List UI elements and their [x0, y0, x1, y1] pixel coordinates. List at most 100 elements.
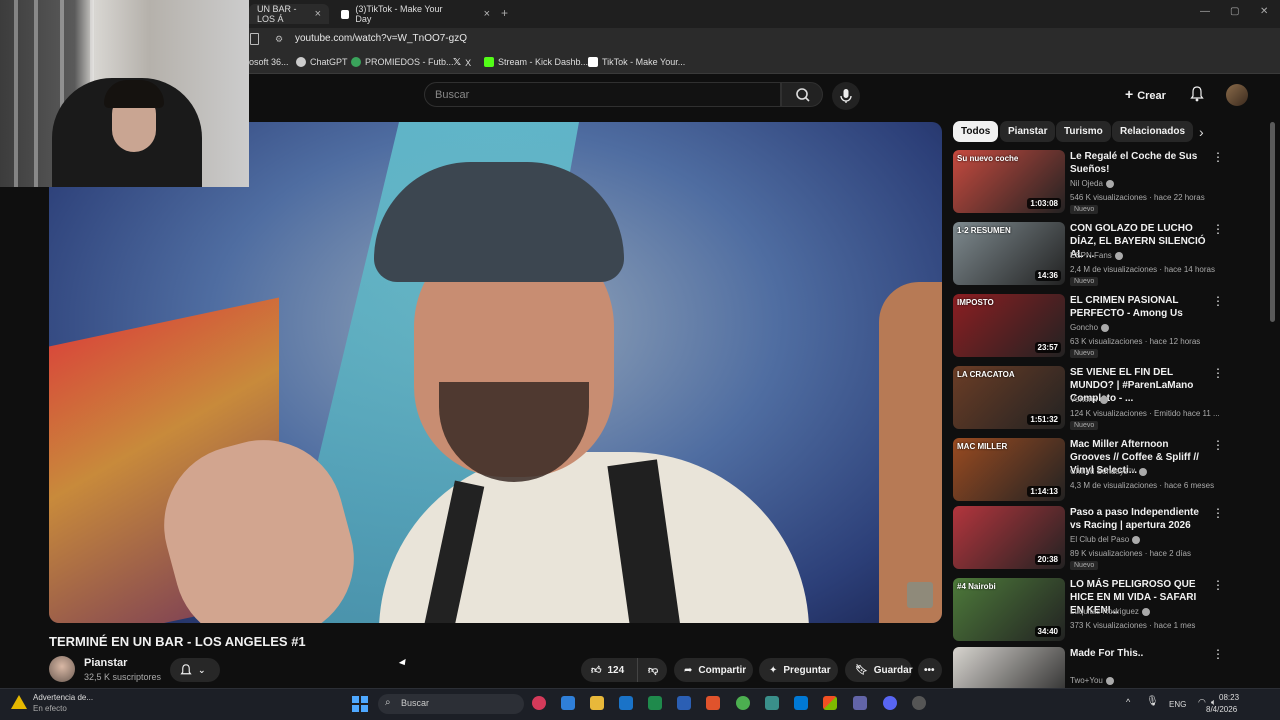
recommended-channel-name[interactable]: ESPN Fans [1070, 251, 1123, 260]
search-button[interactable] [781, 82, 823, 107]
voice-search-button[interactable] [832, 82, 860, 110]
recommended-channel-name[interactable]: El Club del Paso [1070, 535, 1141, 544]
maximize-icon[interactable]: ▢ [1230, 6, 1239, 17]
clock-time[interactable]: 08:23 [1219, 693, 1239, 702]
video-thumbnail[interactable]: Su nuevo coche 1:03:08 [953, 150, 1065, 213]
chip-pianstar[interactable]: Pianstar [1000, 121, 1056, 142]
create-button[interactable]: + Crear [1125, 86, 1166, 102]
close-window-icon[interactable]: ✕ [1260, 6, 1268, 17]
warning-icon[interactable] [11, 695, 27, 709]
bookmark-x[interactable]: 𝕏 X [453, 57, 471, 68]
chip-relacionados[interactable]: Relacionados [1112, 121, 1194, 142]
app-icon-generic[interactable] [765, 696, 779, 710]
save-button[interactable]: 🔖︎ Guardar [845, 658, 913, 682]
chip-turismo[interactable]: Turismo [1056, 121, 1111, 142]
bookmark-icon[interactable] [250, 33, 259, 45]
video-thumbnail[interactable]: #4 Nairobi 34:40 [953, 578, 1065, 641]
recommended-channel-name[interactable]: Two+You [1070, 676, 1114, 685]
minimize-icon[interactable]: — [1200, 6, 1210, 17]
recommended-channel-name[interactable]: Nil Ojeda [1070, 179, 1114, 188]
tray-chevron-up-icon[interactable]: ^ [1126, 697, 1130, 707]
subscription-bell-button[interactable]: ⌄ [170, 658, 220, 682]
taskbar-search[interactable]: ⌕ Buscar [378, 694, 524, 714]
share-arrow-icon: ➦ [684, 664, 693, 676]
input-language[interactable]: ENG [1169, 700, 1186, 709]
scrollbar-thumb[interactable] [1270, 122, 1275, 322]
recommended-video-title[interactable]: Made For This.. [1070, 647, 1210, 660]
share-button[interactable]: ➦ Compartir [674, 658, 753, 682]
notifications-bell-icon[interactable] [1190, 86, 1204, 102]
recommended-video[interactable]: Su nuevo coche 1:03:08 Le Regalé el Coche … [953, 150, 1263, 214]
recommended-video[interactable]: 20:38 Paso a paso Independiente vs Racing… [953, 506, 1263, 570]
search-input[interactable]: Buscar [424, 82, 781, 107]
brave-browser-icon[interactable] [706, 696, 720, 710]
recommended-video[interactable]: LA CRACATOA 1:51:32 SE VIENE EL FIN DEL MU… [953, 366, 1263, 430]
channel-avatar[interactable] [49, 656, 75, 682]
channel-name[interactable]: Pianstar [84, 657, 127, 669]
close-icon[interactable]: × [315, 8, 321, 20]
close-icon[interactable]: × [484, 8, 490, 20]
chrome-icon[interactable] [736, 696, 750, 710]
recommended-video[interactable]: #4 Nairobi 34:40 LO MÁS PELIGROSO QUE HICE… [953, 578, 1263, 642]
like-button[interactable]: 👍︎ 124 [581, 658, 637, 682]
recommended-video-title[interactable]: Paso a paso Independiente vs Racing | ap… [1070, 506, 1210, 532]
recommended-video-title[interactable]: Le Regalé el Coche de Sus Sueños! [1070, 150, 1210, 176]
chip-todos[interactable]: Todos [953, 121, 999, 142]
dislike-button[interactable]: 👎︎ [637, 658, 667, 682]
teams-icon[interactable] [853, 696, 867, 710]
recommended-video[interactable]: 1-2 RESUMEN 14:36 CON GOLAZO DE LUCHO DÍAZ… [953, 222, 1263, 286]
url-field[interactable]: youtube.com/watch?v=W_TnOO7-gzQ [295, 33, 467, 44]
more-vertical-icon[interactable]: ⋮ [1212, 294, 1224, 308]
recommended-channel-name[interactable]: Chilled Sundays™ [1070, 467, 1147, 476]
recommended-video[interactable]: IMPOSTO 23:57 EL CRIMEN PASIONAL PERFECTO … [953, 294, 1263, 358]
store-icon[interactable] [794, 696, 808, 710]
user-avatar[interactable] [1226, 84, 1248, 106]
more-vertical-icon[interactable]: ⋮ [1212, 222, 1224, 236]
recommended-channel-name[interactable]: Vorterix [1070, 395, 1109, 404]
vscode-icon[interactable] [561, 696, 575, 710]
video-thumbnail[interactable]: 1-2 RESUMEN 14:36 [953, 222, 1065, 285]
bookmark-kick[interactable]: Stream - Kick Dashb... [484, 57, 588, 67]
more-vertical-icon[interactable]: ⋮ [1212, 150, 1224, 164]
more-actions-button[interactable]: ••• [918, 658, 942, 682]
discord-icon[interactable] [883, 696, 897, 710]
video-player[interactable] [49, 122, 942, 623]
clock-date[interactable]: 8/4/2026 [1206, 705, 1237, 714]
more-vertical-icon[interactable]: ⋮ [1212, 366, 1224, 380]
github-icon[interactable] [912, 696, 926, 710]
more-vertical-icon[interactable]: ⋮ [1212, 578, 1224, 592]
video-thumbnail[interactable]: MAC MILLER 1:14:13 [953, 438, 1065, 501]
video-thumbnail[interactable]: 20:38 [953, 506, 1065, 569]
ask-button[interactable]: ✦ Preguntar [759, 658, 838, 682]
site-settings-icon[interactable]: ⚙ [275, 34, 283, 45]
new-tab-button[interactable]: + [501, 6, 508, 20]
chevron-right-icon[interactable]: › [1199, 124, 1204, 140]
bookmark-microsoft365[interactable]: osoft 36... [249, 57, 289, 67]
tab-label: UN BAR - LOS Á [257, 4, 297, 24]
recommended-video[interactable]: MAC MILLER 1:14:13 Mac Miller Afternoon Gr… [953, 438, 1263, 502]
recommended-channel-name[interactable]: Luquitas Rodriguez [1070, 607, 1150, 616]
wifi-icon[interactable]: ◠ [1198, 697, 1206, 708]
word-icon[interactable] [677, 696, 691, 710]
channel-watermark[interactable] [907, 582, 933, 608]
video-thumbnail[interactable]: IMPOSTO 23:57 [953, 294, 1065, 357]
more-vertical-icon[interactable]: ⋮ [1212, 647, 1224, 661]
file-explorer-icon[interactable] [590, 696, 604, 710]
windows-start-icon[interactable] [352, 696, 368, 712]
more-vertical-icon[interactable]: ⋮ [1212, 438, 1224, 452]
tab-tiktok[interactable]: (3)TikTok - Make Your Day × [333, 4, 498, 24]
bookmark-promiedos[interactable]: PROMIEDOS - Futb... [351, 57, 454, 67]
tray-microphone-icon[interactable]: 🎙︎ [1146, 696, 1159, 707]
tab-youtube-video[interactable]: UN BAR - LOS Á × [249, 4, 329, 24]
warning-title[interactable]: Advertencia de... [33, 693, 93, 702]
bookmark-tiktok[interactable]: TikTok - Make Your... [588, 57, 685, 67]
more-vertical-icon[interactable]: ⋮ [1212, 506, 1224, 520]
outlook-icon[interactable] [619, 696, 633, 710]
video-thumbnail[interactable]: LA CRACATOA 1:51:32 [953, 366, 1065, 429]
excel-icon[interactable] [648, 696, 662, 710]
bookmark-chatgpt[interactable]: ChatGPT [296, 57, 348, 67]
recommended-video-title[interactable]: EL CRIMEN PASIONAL PERFECTO - Among Us [1070, 294, 1210, 320]
app-icon-music[interactable] [532, 696, 546, 710]
recommended-channel-name[interactable]: Goncho [1070, 323, 1110, 332]
microsoft-icon[interactable] [823, 696, 837, 710]
